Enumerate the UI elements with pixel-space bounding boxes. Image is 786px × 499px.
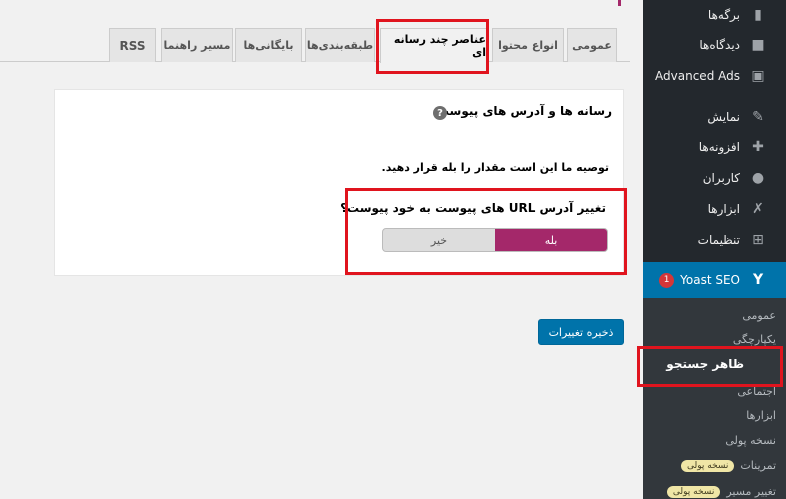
sidebar-item-label: برگه‌ها	[707, 8, 740, 22]
sidebar-item-appearance[interactable]: ✎ نمایش	[707, 107, 768, 127]
yoast-label: Yoast SEO	[680, 273, 740, 287]
submenu-label: ظاهر جستجو	[666, 357, 744, 371]
tab-label: عمومی	[572, 39, 612, 52]
sidebar-item-label: کاربران	[702, 171, 740, 185]
tab-label: مسیر راهنما	[163, 39, 231, 52]
submenu-label: یکپارچگی	[732, 333, 776, 346]
submenu-label: تغییر مسیر	[726, 485, 776, 498]
users-icon: ●	[751, 170, 765, 186]
submenu-tools[interactable]: ابزارها	[746, 409, 776, 422]
comments-icon: ■	[751, 37, 765, 53]
appearance-icon: ✎	[752, 109, 764, 125]
submenu-label: نسخه پولی	[725, 434, 776, 447]
tab-label: بایگانی‌ها	[243, 39, 294, 52]
tools-icon: ✗	[752, 201, 764, 217]
sidebar-item-label: تنظیمات	[697, 233, 740, 247]
sidebar-item-label: افزونه‌ها	[698, 140, 740, 154]
tab-taxonomies[interactable]: طبقه‌بندی‌ها	[305, 28, 375, 62]
submenu-workouts[interactable]: تمرینات نسخه پولی	[680, 459, 776, 472]
submenu-social[interactable]: اجتماعی	[737, 385, 776, 398]
yoast-menu-content[interactable]: Y Yoast SEO 1	[659, 270, 768, 290]
premium-badge: نسخه پولی	[666, 485, 721, 498]
submenu-search-appearance[interactable]: ظاهر جستجو	[666, 357, 744, 371]
tab-media[interactable]: عناصر چند رسانه ای	[380, 28, 487, 63]
tab-content-types[interactable]: انواع محتوا	[492, 28, 564, 62]
submenu-premium[interactable]: نسخه پولی	[725, 434, 776, 447]
yoast-icon: Y	[752, 272, 764, 288]
submenu-label: عمومی	[742, 309, 776, 322]
top-accent-line	[618, 0, 621, 6]
submenu-integrations[interactable]: یکپارچگی	[733, 333, 776, 346]
toggle-yes-option[interactable]: بله	[495, 229, 607, 251]
tab-breadcrumbs[interactable]: مسیر راهنما	[161, 28, 233, 62]
plugins-icon: ✚	[752, 139, 764, 155]
sidebar-item-label: دیدگاه‌ها	[699, 38, 740, 52]
sidebar-item-label: Advanced Ads	[655, 69, 740, 83]
sidebar-item-pages[interactable]: ▮ برگه‌ها	[708, 5, 768, 25]
sidebar-item-tools[interactable]: ✗ ابزارها	[708, 199, 768, 219]
card-title: رسانه ها و آدرس های پیوست	[436, 104, 612, 118]
sidebar-item-advanced-ads[interactable]: ▣ Advanced Ads	[655, 66, 768, 86]
recommendation-text: توصیه ما این است مقدار را بله قرار دهید.	[381, 161, 609, 174]
pages-icon: ▮	[754, 7, 762, 23]
save-changes-button[interactable]: ذخیره تغییرات	[538, 319, 624, 345]
sidebar-item-plugins[interactable]: ✚ افزونه‌ها	[699, 137, 768, 157]
sidebar-item-comments[interactable]: ■ دیدگاه‌ها	[699, 35, 768, 55]
toggle-no-option[interactable]: خیر	[383, 229, 495, 251]
submenu-general[interactable]: عمومی	[742, 309, 776, 322]
sidebar-item-users[interactable]: ● کاربران	[703, 168, 768, 188]
submenu-label: تمرینات	[740, 459, 776, 472]
ads-icon: ▣	[751, 68, 765, 84]
submenu-label: ابزارها	[746, 409, 776, 422]
submenu-label: اجتماعی	[737, 385, 776, 398]
sidebar-item-settings[interactable]: ⊞ تنظیمات	[698, 230, 768, 250]
help-icon[interactable]: ?	[433, 106, 447, 120]
current-menu-arrow	[635, 272, 643, 288]
tab-label: عناصر چند رسانه ای	[393, 33, 486, 59]
tab-label: طبقه‌بندی‌ها	[306, 39, 374, 52]
tab-label: انواع محتوا	[498, 39, 558, 52]
premium-badge: نسخه پولی	[680, 459, 735, 472]
sidebar-item-label: ابزارها	[707, 202, 740, 216]
settings-icon: ⊞	[752, 232, 764, 248]
tab-general[interactable]: عمومی	[567, 28, 617, 62]
submenu-redirects[interactable]: تغییر مسیر نسخه پولی	[666, 485, 776, 498]
attachment-url-question: تغییر آدرس URL های پیوست به خود پیوست؟	[340, 201, 606, 215]
tab-archives[interactable]: بایگانی‌ها	[235, 28, 302, 62]
tab-label: RSS	[119, 38, 146, 53]
sidebar-item-label: نمایش	[707, 110, 740, 124]
tab-rss[interactable]: RSS	[109, 28, 156, 62]
notification-badge: 1	[659, 272, 675, 288]
